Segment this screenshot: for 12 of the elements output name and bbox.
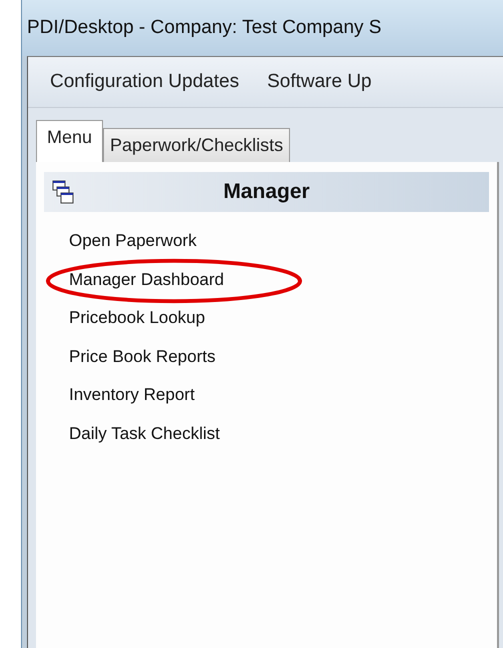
- menu-link[interactable]: Open Paperwork: [69, 231, 197, 252]
- window-title: PDI/Desktop - Company: Test Company S: [27, 17, 382, 39]
- windows-icon: [52, 180, 74, 204]
- tab[interactable]: Paperwork/Checklists: [103, 128, 290, 162]
- menu-link[interactable]: Inventory Report: [69, 385, 195, 406]
- menu-item[interactable]: Configuration Updates: [50, 71, 240, 93]
- tab[interactable]: Menu: [36, 120, 104, 162]
- menu-link[interactable]: Pricebook Lookup: [69, 308, 206, 328]
- panel-title: Manager: [222, 180, 311, 204]
- menu-link[interactable]: Price Book Reports: [69, 346, 216, 367]
- menu-link[interactable]: Daily Task Checklist: [69, 424, 220, 444]
- menu-item[interactable]: Software Up: [267, 71, 372, 93]
